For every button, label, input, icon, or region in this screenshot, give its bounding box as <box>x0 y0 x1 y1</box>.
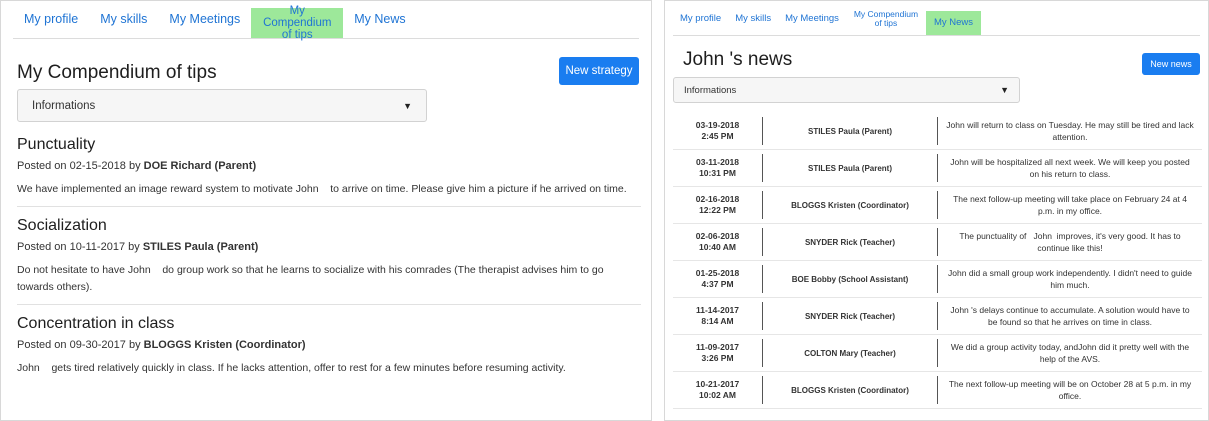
news-datetime: 03-19-2018 2:45 PM <box>673 117 763 145</box>
tip-body: Do not hesitate to have John do group wo… <box>17 264 607 293</box>
tab-my-news[interactable]: My News <box>343 6 416 34</box>
news-date: 10-21-2017 <box>695 378 740 389</box>
news-author: STILES Paula (Parent) <box>763 154 938 182</box>
informations-dropdown[interactable]: Informations ▼ <box>673 77 1020 103</box>
tab-my-skills[interactable]: My skills <box>728 8 778 30</box>
tip-meta: Posted on 09-30-2017 by BLOGGS Kristen (… <box>17 339 641 351</box>
news-row: 02-06-2018 10:40 AM SNYDER Rick (Teacher)… <box>673 224 1202 261</box>
tip-title: Socialization <box>17 217 107 235</box>
news-row: 11-14-2017 8:14 AM SNYDER Rick (Teacher) … <box>673 298 1202 335</box>
news-text: John will be hospitalized all next week.… <box>950 156 1190 179</box>
nav-tabs: My profile My skills My Meetings My Comp… <box>13 1 639 41</box>
posted-prefix: Posted on <box>17 160 67 172</box>
tip-meta: Posted on 10-11-2017 by STILES Paula (Pa… <box>17 241 641 253</box>
tab-my-profile[interactable]: My profile <box>673 8 728 30</box>
news-text: The next follow-up meeting will take pla… <box>953 193 1187 216</box>
caret-down-icon: ▼ <box>403 100 412 111</box>
news-author: BLOGGS Kristen (Coordinator) <box>763 376 938 404</box>
news-row: 11-09-2017 3:26 PM COLTON Mary (Teacher) … <box>673 335 1202 372</box>
news-text: The punctuality of John improves, it's v… <box>959 230 1184 253</box>
news-time: 3:26 PM <box>701 353 734 363</box>
tab-my-compendium-of-tips[interactable]: My Compendium of tips <box>251 5 344 41</box>
tip-body: John gets tired relatively quickly in cl… <box>17 361 566 374</box>
news-datetime: 02-16-2018 12:22 PM <box>673 191 763 219</box>
tab-my-meetings[interactable]: My Meetings <box>158 6 251 34</box>
news-text: John will return to class on Tuesday. He… <box>946 119 1194 142</box>
news-author: BOE Bobby (School Assistant) <box>763 265 938 293</box>
tip-author: STILES Paula (Parent) <box>142 241 259 254</box>
tip-author: DOE Richard (Parent) <box>143 160 257 172</box>
new-strategy-button[interactable]: New strategy <box>559 57 639 85</box>
by-word: by <box>128 160 141 172</box>
tip-author: BLOGGS Kristen (Coordinator) <box>143 338 306 351</box>
news-text: John did a small group work independentl… <box>948 267 1192 290</box>
posted-prefix: Posted on <box>17 241 67 254</box>
tip-title: Punctuality <box>17 136 96 153</box>
tip-item: Punctuality Posted on 02-15-2018 by DOE … <box>17 136 641 208</box>
by-word: by <box>128 241 140 254</box>
dropdown-label: Informations <box>32 99 96 112</box>
news-time: 4:37 PM <box>701 279 734 289</box>
informations-dropdown[interactable]: Informations ▼ <box>17 89 427 122</box>
news-datetime: 11-09-2017 3:26 PM <box>673 339 763 367</box>
news-date: 11-14-2017 <box>695 304 739 315</box>
tab-my-meetings[interactable]: My Meetings <box>778 8 846 30</box>
page-title: My Compendium of tips <box>17 62 217 83</box>
news-datetime: 10-21-2017 10:02 AM <box>673 376 763 404</box>
tip-meta: Posted on 02-15-2018 by DOE Richard (Par… <box>17 160 641 172</box>
news-date: 02-16-2018 <box>695 193 740 204</box>
posted-prefix: Posted on <box>17 338 67 351</box>
tips-list: Punctuality Posted on 02-15-2018 by DOE … <box>17 136 641 395</box>
news-author: BLOGGS Kristen (Coordinator) <box>763 191 938 219</box>
news-author: STILES Paula (Parent) <box>763 117 938 145</box>
tab-my-news[interactable]: My News <box>925 11 981 35</box>
news-author: COLTON Mary (Teacher) <box>763 339 938 367</box>
tab-my-compendium-of-tips[interactable]: My Compendium of tips <box>846 8 926 30</box>
tip-date: 10-11-2017 <box>69 241 126 254</box>
news-row: 10-21-2017 10:02 AM BLOGGS Kristen (Coord… <box>673 372 1202 409</box>
news-date: 11-09-2017 <box>695 341 739 352</box>
news-row: 01-25-2018 4:37 PM BOE Bobby (School Assi… <box>673 261 1202 298</box>
news-time: 10:40 AM <box>698 242 736 252</box>
news-text: The next follow-up meeting will be on Oc… <box>948 378 1192 401</box>
tip-date: 09-30-2017 <box>69 338 126 351</box>
news-text: We did a group activity today, andJohn d… <box>950 341 1190 364</box>
tab-my-skills[interactable]: My skills <box>89 6 158 34</box>
nav-tabs: My profile My skills My Meetings My Comp… <box>673 1 1200 36</box>
tip-item: Concentration in class Posted on 09-30-2… <box>17 315 641 385</box>
news-time: 10:02 AM <box>698 390 736 400</box>
news-panel: My profile My skills My Meetings My Comp… <box>664 0 1209 421</box>
dropdown-label: Informations <box>684 84 737 96</box>
news-row: 03-19-2018 2:45 PM STILES Paula (Parent) … <box>673 113 1202 150</box>
news-date: 01-25-2018 <box>695 267 740 278</box>
news-row: 02-16-2018 12:22 PM BLOGGS Kristen (Coord… <box>673 187 1202 224</box>
news-time: 8:14 AM <box>701 316 734 326</box>
by-word: by <box>128 338 141 351</box>
compendium-panel: My profile My skills My Meetings My Comp… <box>0 0 652 421</box>
tip-body: We have implemented an image reward syst… <box>17 183 627 195</box>
news-date: 03-19-2018 <box>695 119 740 130</box>
tip-date: 02-15-2018 <box>69 160 126 172</box>
tab-my-profile[interactable]: My profile <box>13 6 89 34</box>
news-date: 02-06-2018 <box>695 230 740 241</box>
news-time: 12:22 PM <box>699 205 736 215</box>
page-title: John 's news <box>683 49 793 70</box>
news-list: 03-19-2018 2:45 PM STILES Paula (Parent) … <box>673 113 1202 409</box>
news-author: SNYDER Rick (Teacher) <box>763 228 938 256</box>
caret-down-icon: ▼ <box>1000 85 1009 95</box>
news-datetime: 01-25-2018 4:37 PM <box>673 265 763 293</box>
news-datetime: 03-11-2018 10:31 PM <box>673 154 763 182</box>
news-text: John 's delays continue to accumulate. A… <box>950 304 1190 327</box>
news-author: SNYDER Rick (Teacher) <box>763 302 938 330</box>
news-row: 03-11-2018 10:31 PM STILES Paula (Parent)… <box>673 150 1202 187</box>
news-date: 03-11-2018 <box>695 156 739 167</box>
news-datetime: 11-14-2017 8:14 AM <box>673 302 763 330</box>
news-time: 10:31 PM <box>699 168 736 178</box>
tip-title: Concentration in class <box>17 314 175 332</box>
news-datetime: 02-06-2018 10:40 AM <box>673 228 763 256</box>
new-news-button[interactable]: New news <box>1142 53 1200 75</box>
news-time: 2:45 PM <box>701 131 734 141</box>
tip-item: Socialization Posted on 10-11-2017 by ST… <box>17 217 641 305</box>
